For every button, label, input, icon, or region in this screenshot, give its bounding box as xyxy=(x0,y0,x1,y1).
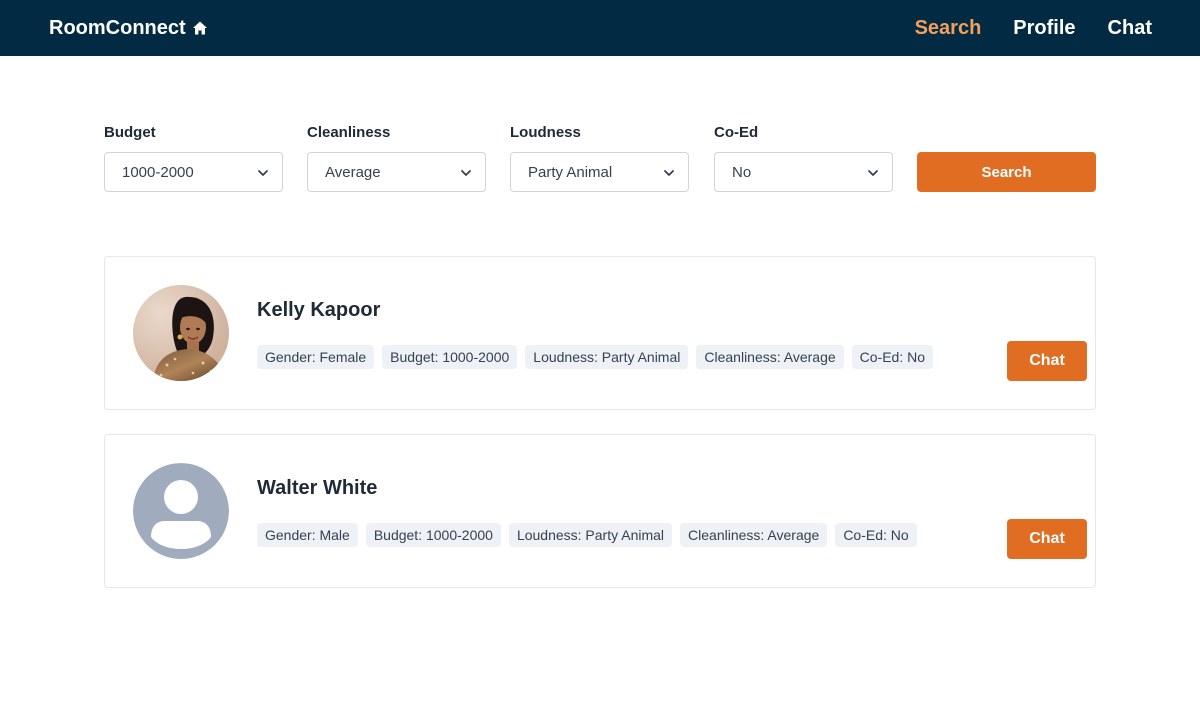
loudness-select[interactable]: Party Animal xyxy=(510,152,689,192)
chat-button[interactable]: Chat xyxy=(1007,519,1087,559)
nav-link-profile[interactable]: Profile xyxy=(1013,17,1075,40)
nav-link-search[interactable]: Search xyxy=(915,17,982,40)
profile-photo xyxy=(133,285,229,381)
coed-tag: Co-Ed: No xyxy=(835,523,917,547)
coed-label: Co-Ed xyxy=(714,124,759,141)
roommate-name: Kelly Kapoor xyxy=(257,299,381,321)
loudness-tag: Loudness: Party Animal xyxy=(508,523,673,547)
coed-select[interactable]: No xyxy=(714,152,893,192)
home-icon xyxy=(192,20,208,36)
search-button[interactable]: Search xyxy=(917,152,1096,192)
budget-select[interactable]: 1000-2000 xyxy=(104,152,283,192)
cleanliness-select-value: Average xyxy=(325,163,381,181)
brand-logo[interactable]: RoomConnect xyxy=(49,0,208,56)
coed-tag: Co-Ed: No xyxy=(851,345,934,369)
chevron-down-icon xyxy=(868,170,878,176)
loudness-tag: Loudness: Party Animal xyxy=(525,345,689,369)
nav-link-chat[interactable]: Chat xyxy=(1108,17,1152,40)
gender-tag: Gender: Male xyxy=(257,523,358,547)
avatar xyxy=(133,463,229,559)
roommate-card: Walter White Gender: Male Budget: 1000-2… xyxy=(104,434,1096,588)
chevron-down-icon xyxy=(461,170,471,176)
budget-tag: Budget: 1000-2000 xyxy=(365,523,501,547)
navbar: RoomConnect Search Profile Chat xyxy=(0,0,1200,56)
cleanliness-tag: Cleanliness: Average xyxy=(680,523,828,547)
budget-filter: Budget 1000-2000 xyxy=(104,124,283,192)
nav-links: Search Profile Chat xyxy=(915,0,1152,56)
loudness-label: Loudness xyxy=(510,124,581,141)
coed-select-value: No xyxy=(732,163,752,181)
budget-tag: Budget: 1000-2000 xyxy=(382,345,518,369)
coed-filter: Co-Ed No xyxy=(714,124,893,192)
cleanliness-label: Cleanliness xyxy=(307,124,391,141)
attribute-tags: Gender: Male Budget: 1000-2000 Loudness:… xyxy=(257,523,917,547)
loudness-filter: Loudness Party Animal xyxy=(510,124,689,192)
default-avatar-icon xyxy=(133,463,229,559)
search-filters: Budget 1000-2000 Cleanliness Average Lou… xyxy=(104,124,1096,194)
attribute-tags: Gender: Female Budget: 1000-2000 Loudnes… xyxy=(257,345,934,369)
roommate-name: Walter White xyxy=(257,477,378,499)
chevron-down-icon xyxy=(664,170,674,176)
chat-button[interactable]: Chat xyxy=(1007,341,1087,381)
cleanliness-select[interactable]: Average xyxy=(307,152,486,192)
budget-select-value: 1000-2000 xyxy=(122,163,194,181)
cleanliness-filter: Cleanliness Average xyxy=(307,124,486,192)
budget-label: Budget xyxy=(104,124,156,141)
roommate-card: Kelly Kapoor Gender: Female Budget: 1000… xyxy=(104,256,1096,410)
chevron-down-icon xyxy=(258,170,268,176)
gender-tag: Gender: Female xyxy=(257,345,375,369)
cleanliness-tag: Cleanliness: Average xyxy=(696,345,844,369)
avatar xyxy=(133,285,229,381)
brand-name: RoomConnect xyxy=(49,16,186,39)
loudness-select-value: Party Animal xyxy=(528,163,613,181)
